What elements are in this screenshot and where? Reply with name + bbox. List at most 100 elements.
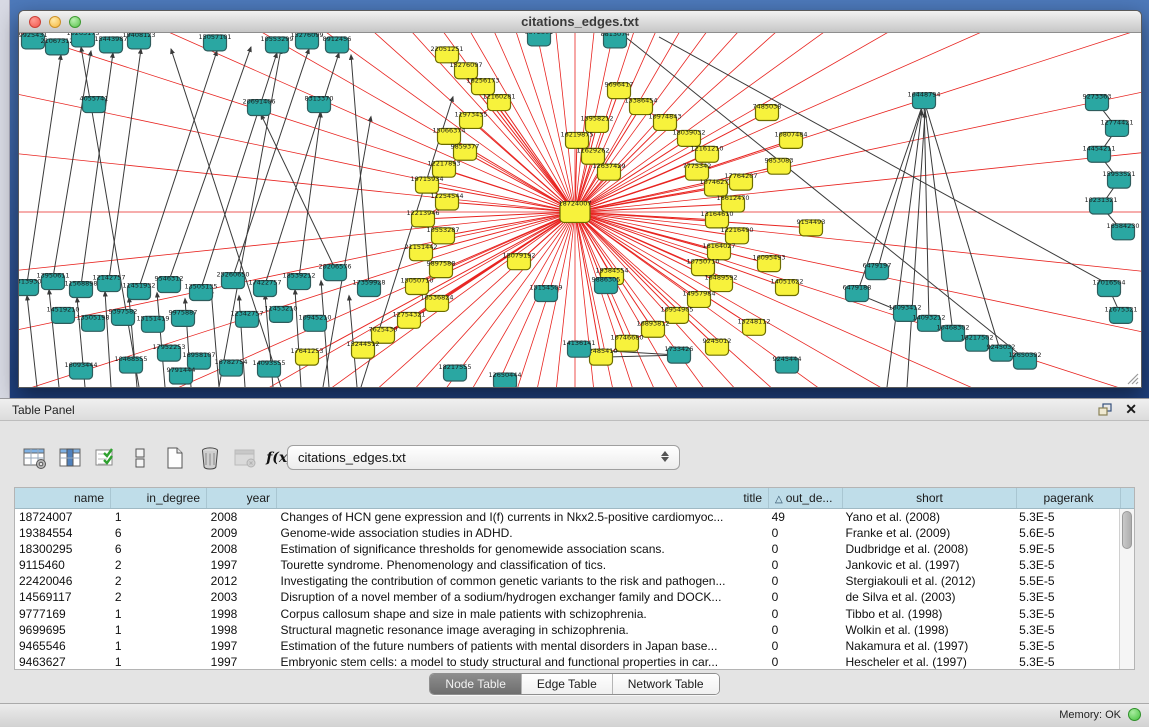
float-panel-icon[interactable] — [1098, 403, 1113, 417]
network-node[interactable]: 12650444 — [488, 371, 521, 387]
network-node[interactable]: 16536824 — [420, 294, 453, 312]
network-node[interactable]: 15154509 — [529, 284, 562, 302]
network-node[interactable]: 9397582 — [109, 307, 138, 325]
network-node[interactable]: 17952253 — [152, 343, 185, 361]
network-node[interactable]: 20691406 — [242, 98, 275, 116]
table-row[interactable]: 1830029562008Estimation of significance … — [15, 541, 1119, 557]
network-node[interactable]: 18079192 — [502, 252, 535, 270]
network-node[interactable]: 17016504 — [1092, 279, 1125, 297]
window-resize-grip[interactable] — [1125, 371, 1139, 385]
network-node[interactable]: 8813074 — [601, 33, 630, 48]
network-node[interactable]: 17641253 — [290, 347, 323, 365]
network-node[interactable]: 9975887 — [169, 308, 198, 326]
network-node[interactable]: 9313930 — [19, 278, 41, 296]
window-titlebar[interactable]: citations_edges.txt — [19, 11, 1141, 33]
column-header-short[interactable]: short — [843, 488, 1017, 508]
new-table-icon[interactable] — [162, 445, 188, 471]
network-node[interactable]: 13505198 — [76, 313, 109, 331]
column-header-out_de[interactable]: △out_de... — [769, 488, 843, 508]
network-node[interactable]: 11254544 — [430, 192, 463, 210]
column-header-in_degree[interactable]: in_degree — [111, 488, 207, 508]
close-panel-icon[interactable]: ✕ — [1125, 401, 1137, 418]
network-node[interactable]: 9245012 — [703, 337, 732, 355]
network-node[interactable]: 16782754 — [214, 358, 247, 376]
network-node[interactable]: 11453210 — [264, 304, 297, 322]
network-node[interactable]: 4055741 — [80, 95, 109, 113]
network-node[interactable]: 12637429 — [592, 162, 625, 180]
vertical-scrollbar[interactable] — [1119, 509, 1134, 669]
table-row[interactable]: 946362711997Embryonic stem cells: a mode… — [15, 654, 1119, 669]
network-node[interactable]: 19408123 — [122, 33, 155, 49]
select-columns-icon[interactable] — [57, 445, 83, 471]
network-node[interactable]: 12774421 — [1100, 119, 1133, 137]
network-node[interactable]: 15151419 — [136, 314, 169, 332]
network-node[interactable]: 10553299 — [260, 35, 293, 53]
column-header-name[interactable]: name — [15, 488, 111, 508]
tab-node-table[interactable]: Node Table — [430, 674, 522, 694]
network-node[interactable]: 10945210 — [298, 313, 331, 331]
network-node[interactable]: 11568898 — [64, 280, 97, 298]
network-node[interactable]: 9546312 — [155, 275, 184, 293]
network-node[interactable]: 21151442 — [404, 243, 437, 261]
table-row[interactable]: 1938455462009Genome-wide association stu… — [15, 525, 1119, 541]
network-node[interactable]: 16584230 — [1106, 222, 1139, 240]
network-node[interactable]: 14093555 — [252, 359, 285, 377]
network-node[interactable]: 12342757 — [230, 309, 263, 327]
network-node[interactable]: 9853083 — [765, 156, 794, 174]
network-node[interactable]: 18724007 — [558, 200, 591, 223]
network-node[interactable]: 14051622 — [770, 278, 803, 296]
network-node[interactable]: 17422757 — [248, 279, 281, 297]
table-row[interactable]: 911546021997Tourette syndrome. Phenomeno… — [15, 557, 1119, 573]
network-node[interactable]: 12161210 — [690, 144, 723, 162]
network-node[interactable]: 21067312 — [40, 37, 73, 55]
network-node[interactable]: 10553287 — [426, 226, 459, 244]
delete-table-icon[interactable] — [197, 445, 223, 471]
table-row[interactable]: 977716911998Corpus callosum shape and si… — [15, 606, 1119, 622]
network-node[interactable]: 14454211 — [1082, 144, 1115, 162]
tab-network-table[interactable]: Network Table — [613, 674, 719, 694]
network-node[interactable]: 14519210 — [46, 305, 79, 323]
network-node[interactable]: 9273363 — [1083, 93, 1112, 111]
network-node[interactable]: 1733426 — [665, 345, 694, 363]
column-header-year[interactable]: year — [207, 488, 277, 508]
network-node[interactable]: 10231321 — [1084, 196, 1117, 214]
network-node[interactable]: 14136141 — [562, 339, 595, 357]
network-node[interactable]: 15050710 — [400, 277, 433, 295]
network-node[interactable]: 11675321 — [1104, 305, 1137, 323]
network-node[interactable]: 15057101 — [198, 33, 231, 51]
network-canvas[interactable]: 1872400722051251152760971625617312160281… — [19, 33, 1141, 387]
network-node[interactable]: 10807484 — [774, 130, 807, 148]
network-node[interactable]: 9859377 — [451, 142, 480, 160]
network-node[interactable]: 15276099 — [290, 33, 323, 49]
network-view-window[interactable]: citations_edges.txt 18724007220512511527… — [18, 10, 1142, 388]
network-node[interactable]: 6479197 — [863, 262, 892, 280]
network-node[interactable]: 19715934 — [410, 175, 443, 193]
network-node[interactable]: 25260650 — [216, 271, 249, 289]
network-node[interactable]: 18539212 — [282, 272, 315, 290]
tab-edge-table[interactable]: Edge Table — [522, 674, 613, 694]
network-node[interactable]: 15248112 — [737, 317, 770, 335]
network-node[interactable]: 7485038 — [753, 103, 782, 121]
network-node[interactable]: 9154493 — [797, 218, 826, 236]
network-node[interactable]: 11451932 — [122, 282, 155, 300]
table-options-icon[interactable] — [22, 445, 48, 471]
network-node[interactable]: 16095493 — [752, 254, 785, 272]
network-node[interactable]: 12160281 — [482, 93, 515, 111]
network-node[interactable]: 6479188 — [843, 284, 872, 302]
network-node[interactable]: 17764207 — [724, 172, 757, 190]
network-node[interactable]: 12213946 — [406, 209, 439, 227]
network-node[interactable]: 8313370 — [305, 95, 334, 113]
network-node[interactable]: 9245444 — [773, 355, 802, 373]
column-header-title[interactable]: title — [277, 488, 769, 508]
network-node[interactable]: 12650392 — [1008, 351, 1041, 369]
column-header-pagerank[interactable]: pagerank — [1017, 488, 1121, 508]
table-row[interactable]: 946554611997Estimation of the future num… — [15, 638, 1119, 654]
table-row[interactable]: 969969511998Structural magnetic resonanc… — [15, 622, 1119, 638]
table-row[interactable]: 2242004622012Investigating the contribut… — [15, 573, 1119, 589]
network-node[interactable]: 15244512 — [346, 340, 379, 358]
network-node[interactable]: 17359928 — [352, 279, 385, 297]
network-node[interactable]: 13505135 — [184, 283, 217, 301]
select-all-icon[interactable] — [92, 445, 118, 471]
network-node[interactable]: 10468555 — [114, 355, 147, 373]
network-node[interactable]: 12142757 — [92, 274, 125, 292]
